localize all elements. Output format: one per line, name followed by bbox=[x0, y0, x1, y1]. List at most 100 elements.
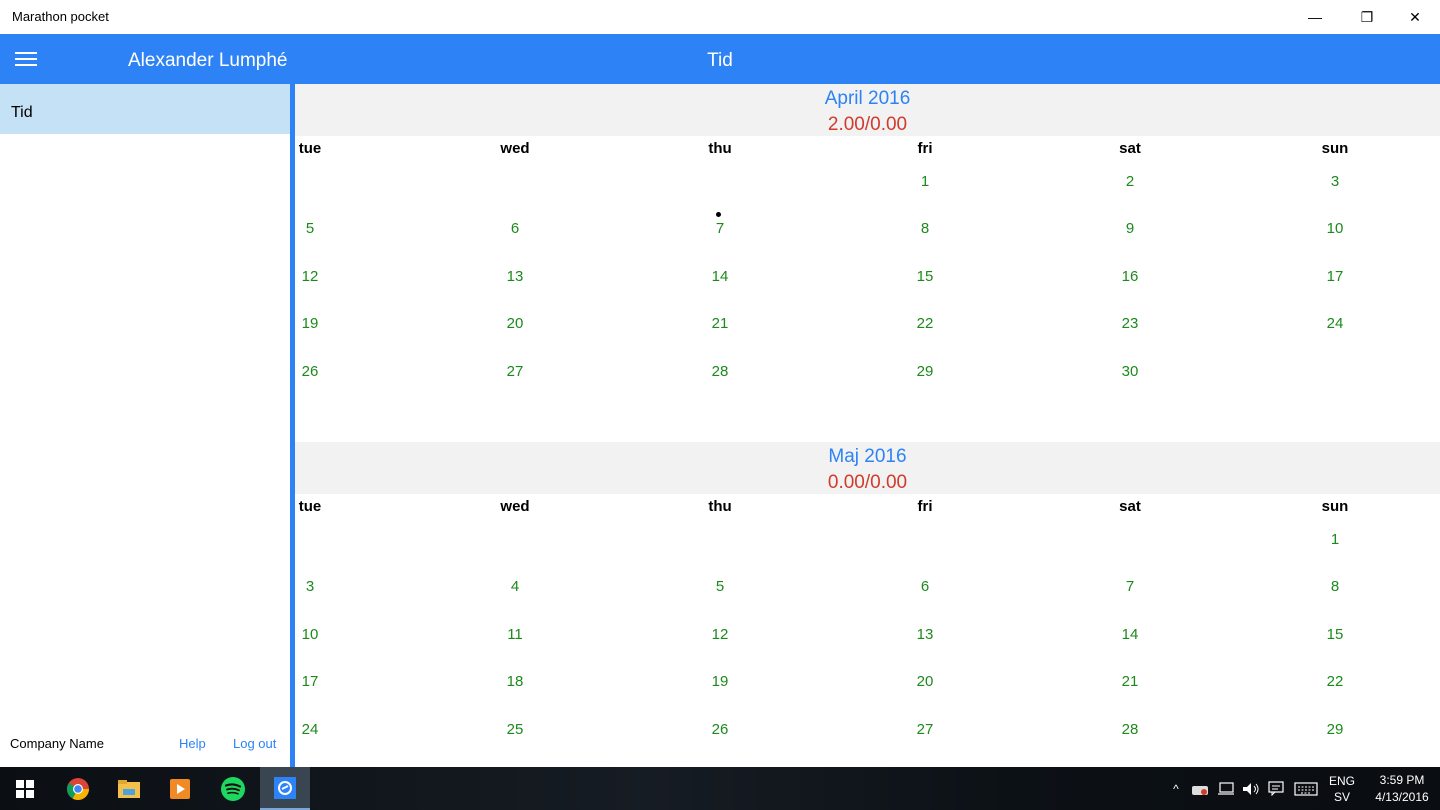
sidebar-item-tid[interactable]: Tid bbox=[0, 84, 290, 134]
calendar-day[interactable]: 1 bbox=[895, 173, 955, 190]
sidebar-item-label: Tid bbox=[11, 104, 33, 121]
calendar-day[interactable]: 26 bbox=[690, 721, 750, 738]
help-link[interactable]: Help bbox=[179, 736, 206, 751]
calendar-day[interactable]: 4 bbox=[485, 578, 545, 595]
taskbar-marathon-pocket[interactable] bbox=[260, 767, 310, 810]
clock-date: 4/13/2016 bbox=[1375, 789, 1429, 804]
calendar-day[interactable]: 11 bbox=[485, 626, 545, 643]
chrome-icon bbox=[67, 777, 89, 800]
spotify-icon bbox=[221, 776, 245, 801]
calendar-day[interactable]: 9 bbox=[1100, 220, 1160, 237]
calendar-day[interactable]: 28 bbox=[690, 363, 750, 380]
calendar-day[interactable]: 14 bbox=[1100, 626, 1160, 643]
calendar-day[interactable]: 24 bbox=[1305, 315, 1365, 332]
window-titlebar: Marathon pocket — ❐ ✕ bbox=[0, 0, 1440, 34]
weekday-header-sat: sat bbox=[1119, 498, 1141, 515]
minimize-icon: — bbox=[1308, 9, 1322, 25]
calendar-day[interactable]: 26 bbox=[295, 363, 340, 380]
month-section: Maj 2016 0.00/0.00 tue wed thu fri sat sun 1 3 4 5 6… bbox=[295, 442, 1440, 767]
app-header: Alexander Lumphé Tid bbox=[0, 34, 1440, 84]
month-hours-summary: 2.00/0.00 bbox=[827, 114, 908, 135]
calendar-day[interactable]: 28 bbox=[1100, 721, 1160, 738]
calendar-day[interactable]: 5 bbox=[690, 578, 750, 595]
calendar-day[interactable]: 6 bbox=[485, 220, 545, 237]
windows-start-icon bbox=[16, 779, 34, 798]
calendar-day[interactable]: 27 bbox=[895, 721, 955, 738]
taskbar-media-player[interactable] bbox=[155, 767, 205, 810]
marathon-pocket-icon bbox=[274, 776, 296, 799]
calendar-day[interactable]: 8 bbox=[1305, 578, 1365, 595]
calendar-day[interactable]: 17 bbox=[1305, 268, 1365, 285]
weekday-header-tue: tue bbox=[298, 140, 322, 157]
calendar-day[interactable]: 14 bbox=[690, 268, 750, 285]
calendar-day[interactable]: 3 bbox=[295, 578, 340, 595]
weekday-header-fri: fri bbox=[917, 140, 933, 157]
calendar-day[interactable]: 25 bbox=[485, 721, 545, 738]
taskbar-spotify[interactable] bbox=[208, 767, 258, 810]
keyboard-icon bbox=[1294, 781, 1318, 796]
calendar-view[interactable]: April 2016 2.00/0.00 tue wed thu fri sat sun 1 2 3… bbox=[295, 84, 1440, 767]
calendar-day[interactable]: 20 bbox=[485, 315, 545, 332]
calendar-day[interactable]: 29 bbox=[1305, 721, 1365, 738]
touch-keyboard-button[interactable] bbox=[1291, 767, 1321, 810]
calendar-day[interactable]: 8 bbox=[895, 220, 955, 237]
network-icon bbox=[1218, 781, 1234, 795]
tray-overflow-button[interactable]: ^ bbox=[1166, 767, 1186, 810]
restore-button[interactable]: ❐ bbox=[1344, 0, 1390, 34]
chevron-up-icon: ^ bbox=[1173, 781, 1179, 796]
calendar-day[interactable]: 7 bbox=[690, 220, 750, 237]
calendar-day[interactable]: 22 bbox=[895, 315, 955, 332]
calendar-day[interactable]: 10 bbox=[295, 626, 340, 643]
calendar-day[interactable]: 15 bbox=[895, 268, 955, 285]
month-hours-summary: 0.00/0.00 bbox=[827, 472, 908, 493]
clock-button[interactable]: 3:59 PM 4/13/2016 bbox=[1364, 767, 1440, 810]
weekday-header-thu: thu bbox=[708, 140, 732, 157]
calendar-day[interactable]: 21 bbox=[1100, 673, 1160, 690]
input-language-button[interactable]: ENG SV bbox=[1324, 767, 1360, 810]
action-center-button[interactable] bbox=[1265, 767, 1287, 810]
calendar-day[interactable]: 30 bbox=[1100, 363, 1160, 380]
calendar-day[interactable]: 23 bbox=[1100, 315, 1160, 332]
user-name: Alexander Lumphé bbox=[128, 50, 288, 71]
calendar-day[interactable]: 10 bbox=[1305, 220, 1365, 237]
calendar-day[interactable]: 5 bbox=[295, 220, 340, 237]
taskbar-chrome[interactable] bbox=[53, 767, 103, 810]
volume-button[interactable] bbox=[1240, 767, 1262, 810]
calendar-day[interactable]: 15 bbox=[1305, 626, 1365, 643]
logout-link[interactable]: Log out bbox=[233, 736, 276, 751]
calendar-day[interactable]: 27 bbox=[485, 363, 545, 380]
calendar-day[interactable]: 13 bbox=[485, 268, 545, 285]
calendar-day[interactable]: 22 bbox=[1305, 673, 1365, 690]
month-title: April 2016 bbox=[824, 88, 911, 109]
time-entry-indicator bbox=[716, 212, 721, 217]
hamburger-menu-button[interactable] bbox=[0, 34, 52, 84]
restore-icon: ❐ bbox=[1360, 8, 1374, 25]
calendar-day[interactable]: 3 bbox=[1305, 173, 1365, 190]
calendar-day[interactable]: 6 bbox=[895, 578, 955, 595]
minimize-button[interactable]: — bbox=[1292, 0, 1338, 34]
clock-time: 3:59 PM bbox=[1379, 772, 1425, 787]
start-button[interactable] bbox=[0, 767, 50, 810]
calendar-day[interactable]: 1 bbox=[1305, 531, 1365, 548]
calendar-day[interactable]: 21 bbox=[690, 315, 750, 332]
calendar-day[interactable]: 19 bbox=[295, 315, 340, 332]
calendar-day[interactable]: 13 bbox=[895, 626, 955, 643]
calendar-day[interactable]: 12 bbox=[690, 626, 750, 643]
taskbar-file-explorer[interactable] bbox=[104, 767, 154, 810]
calendar-day[interactable]: 12 bbox=[295, 268, 340, 285]
tray-app-button[interactable] bbox=[1188, 767, 1212, 810]
calendar-day[interactable]: 24 bbox=[295, 721, 340, 738]
calendar-day[interactable]: 16 bbox=[1100, 268, 1160, 285]
calendar-day[interactable]: 2 bbox=[1100, 173, 1160, 190]
month-header: April 2016 2.00/0.00 bbox=[295, 84, 1440, 136]
calendar-day[interactable]: 17 bbox=[295, 673, 340, 690]
calendar-day[interactable]: 20 bbox=[895, 673, 955, 690]
calendar-day[interactable]: 29 bbox=[895, 363, 955, 380]
calendar-day[interactable]: 18 bbox=[485, 673, 545, 690]
hamburger-icon bbox=[15, 52, 37, 66]
calendar-day[interactable]: 19 bbox=[690, 673, 750, 690]
calendar-day[interactable]: 7 bbox=[1100, 578, 1160, 595]
network-button[interactable] bbox=[1214, 767, 1238, 810]
close-button[interactable]: ✕ bbox=[1392, 0, 1438, 34]
page-title: Tid bbox=[707, 50, 733, 71]
